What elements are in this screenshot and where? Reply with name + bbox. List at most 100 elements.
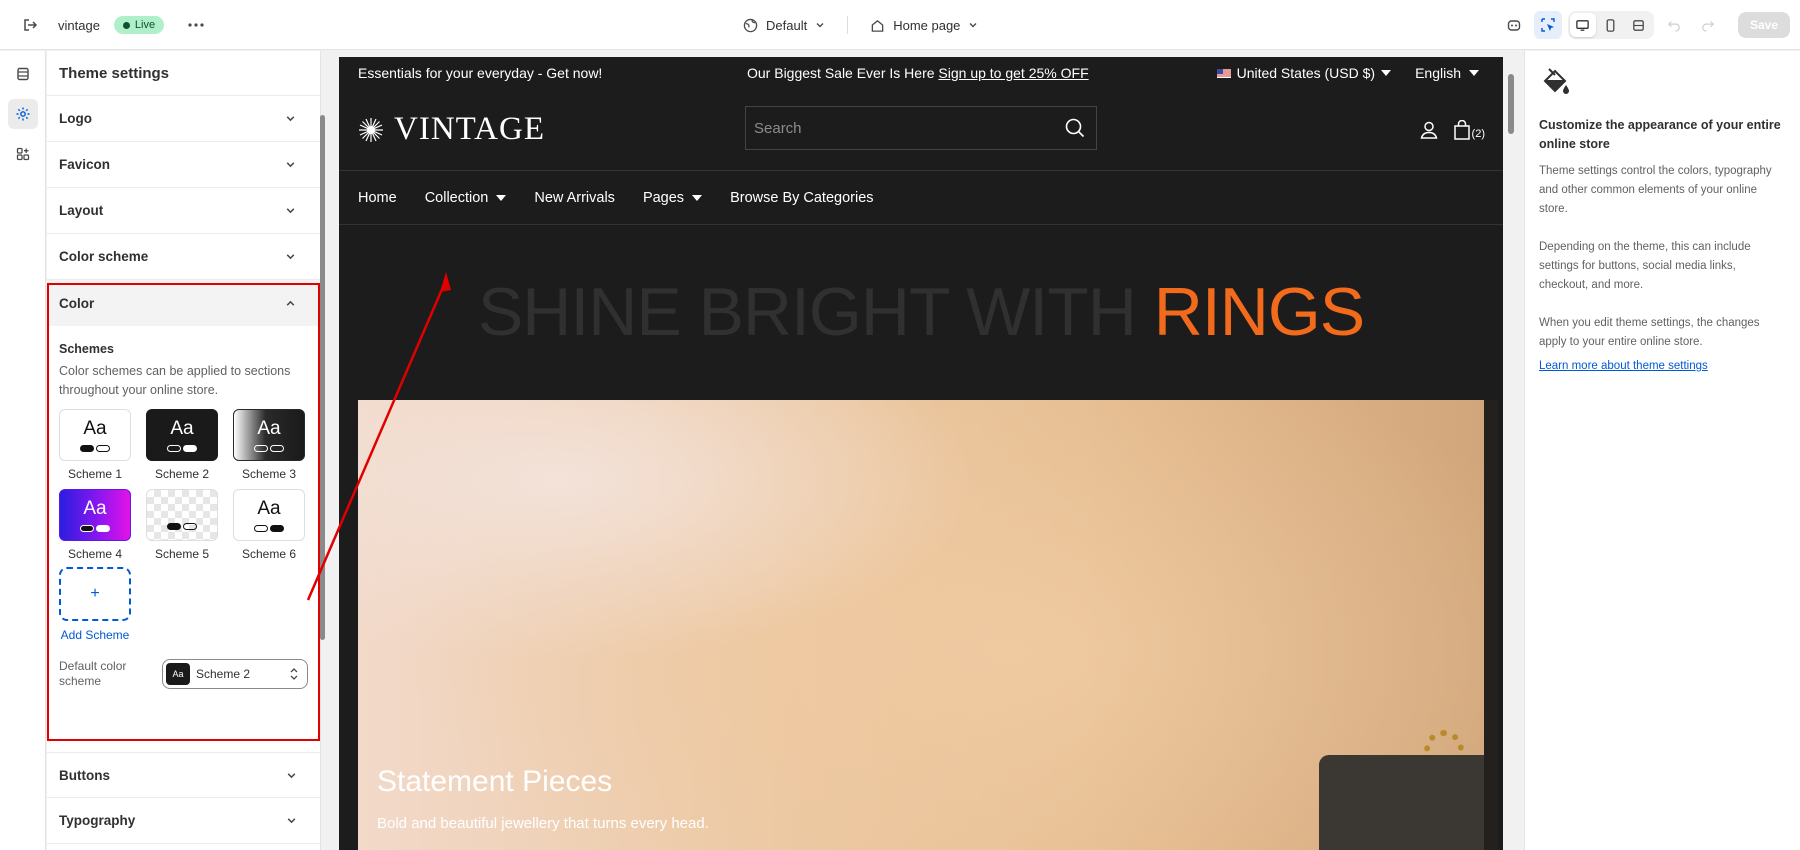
add-scheme-button[interactable]: + [59, 567, 131, 621]
section-label: Color [59, 295, 95, 311]
default-scheme-select[interactable]: Aa Scheme 2 [162, 659, 308, 689]
announcement-text: Our Biggest Sale Ever Is Here [747, 65, 935, 81]
left-rail [0, 51, 46, 850]
search-icon[interactable] [1064, 117, 1086, 139]
section-favicon[interactable]: Favicon [47, 142, 320, 188]
swatch-pill [183, 523, 197, 530]
desktop-icon[interactable] [1569, 13, 1596, 37]
nav-new-arrivals[interactable]: New Arrivals [534, 190, 615, 206]
nav-label: Collection [424, 189, 489, 206]
scheme-swatch-mini: Aa [166, 663, 190, 685]
nav-label: New Arrivals [534, 189, 615, 206]
section-typography[interactable]: Typography [47, 798, 320, 844]
hero-title-text: SHINE BRIGHT WITH [477, 274, 1137, 350]
learn-more-link[interactable]: Learn more about theme settings [1539, 360, 1788, 372]
account-icon[interactable] [1419, 120, 1439, 140]
logo-text: VINTAGE [394, 111, 545, 147]
announcement-bar: Essentials for your everyday - Get now! … [339, 57, 1503, 89]
fullscreen-icon[interactable] [1626, 13, 1652, 37]
scheme-swatch[interactable]: Aa [59, 489, 131, 541]
sections-icon[interactable] [8, 59, 38, 89]
section-layout[interactable]: Layout [47, 188, 320, 234]
sunburst-logo-icon [359, 117, 383, 142]
panel-title: Theme settings [47, 51, 320, 96]
scheme-grid: Aa Scheme 1 Aa Scheme 2 Aa Scheme 3 Aa S… [59, 409, 308, 561]
store-logo[interactable]: VINTAGE [358, 111, 545, 148]
chevron-down-icon [286, 208, 295, 214]
swatch-pill [96, 525, 110, 532]
caret-down-icon [496, 194, 507, 201]
chevron-down-icon [286, 162, 295, 168]
live-dot [122, 21, 130, 29]
plus-icon: + [90, 585, 100, 602]
page-select[interactable]: Home page [862, 14, 986, 37]
default-scheme-label: Default color scheme [59, 659, 127, 688]
swatch-sample: Aa [83, 498, 107, 519]
hero-title: SHINE BRIGHT WITH RINGS [339, 273, 1503, 351]
chevron-down-icon [286, 116, 295, 122]
section-color-scheme[interactable]: Color scheme [47, 234, 320, 280]
scheme-item[interactable]: Aa Scheme 1 [59, 409, 131, 481]
section-color[interactable]: Color [47, 280, 320, 326]
more-icon[interactable] [182, 11, 210, 39]
add-scheme-label[interactable]: Add Scheme [59, 628, 131, 642]
preview-scrollbar[interactable] [1508, 74, 1514, 134]
nav-pages[interactable]: Pages [643, 190, 703, 206]
scheme-item[interactable]: Aa Scheme 3 [233, 409, 305, 481]
search-placeholder: Search [754, 119, 802, 137]
nav-home[interactable]: Home [358, 190, 397, 206]
locale-selectors: United States (USD $) English [1216, 65, 1479, 81]
scheme-item[interactable]: Aa Scheme 4 [59, 489, 131, 561]
live-badge: Live [113, 16, 165, 34]
swatch-pill [183, 445, 197, 452]
theme-select[interactable]: Default [735, 14, 833, 37]
exit-icon[interactable] [16, 11, 44, 39]
scheme-label: Scheme 3 [241, 467, 297, 481]
panel-scrollbar[interactable] [320, 115, 325, 640]
scheme-item[interactable]: Scheme 5 [146, 489, 218, 561]
scheme-swatch[interactable] [146, 489, 218, 541]
section-label: Buttons [59, 767, 110, 783]
caret-down-icon [692, 194, 703, 201]
section-label: Logo [59, 111, 92, 126]
mobile-icon[interactable] [1598, 13, 1624, 37]
save-button[interactable]: Save [1737, 12, 1790, 38]
scheme-swatch[interactable]: Aa [233, 489, 305, 541]
nav-label: Home [358, 189, 397, 206]
scheme-label: Scheme 6 [241, 547, 297, 561]
cart-button[interactable]: (2) [1453, 119, 1485, 140]
chevron-down-icon [287, 818, 296, 824]
scheme-item[interactable]: Aa Scheme 2 [146, 409, 218, 481]
caret-down-icon [1381, 70, 1392, 76]
inspector-icon[interactable] [1533, 11, 1562, 39]
select-arrows-icon [290, 668, 298, 680]
apps-icon[interactable] [8, 139, 38, 169]
swatch-buttons [254, 525, 284, 532]
scheme-swatch[interactable]: Aa [233, 409, 305, 461]
ai-icon[interactable] [1500, 11, 1528, 39]
swatch-buttons [167, 523, 197, 530]
store-search[interactable]: Search [745, 106, 1097, 150]
hero-heading: Statement Pieces [377, 765, 613, 798]
nav-browse-categories[interactable]: Browse By Categories [730, 190, 873, 206]
language-select[interactable]: English [1415, 65, 1479, 81]
chevron-down-icon [286, 254, 295, 260]
swatch-pill [96, 445, 110, 452]
scheme-swatch[interactable]: Aa [146, 409, 218, 461]
section-logo[interactable]: Logo [47, 96, 320, 142]
globe-icon [743, 18, 758, 32]
scheme-item[interactable]: Aa Scheme 6 [233, 489, 305, 561]
nav-collection[interactable]: Collection [425, 190, 507, 206]
section-buttons[interactable]: Buttons [47, 752, 320, 798]
section-label: Typography [59, 813, 136, 828]
signup-link[interactable]: Sign up to get 25% OFF [938, 65, 1088, 81]
scheme-label: Scheme 2 [154, 467, 210, 481]
scheme-swatch[interactable]: Aa [59, 409, 131, 461]
section-label: Favicon [59, 157, 111, 172]
swatch-pill [80, 445, 94, 452]
theme-settings-icon[interactable] [7, 99, 38, 129]
currency-select[interactable]: United States (USD $) [1216, 65, 1392, 81]
undo-icon[interactable] [1660, 11, 1688, 39]
schemes-description: Color schemes can be applied to sections… [59, 364, 291, 397]
redo-icon[interactable] [1694, 11, 1722, 39]
